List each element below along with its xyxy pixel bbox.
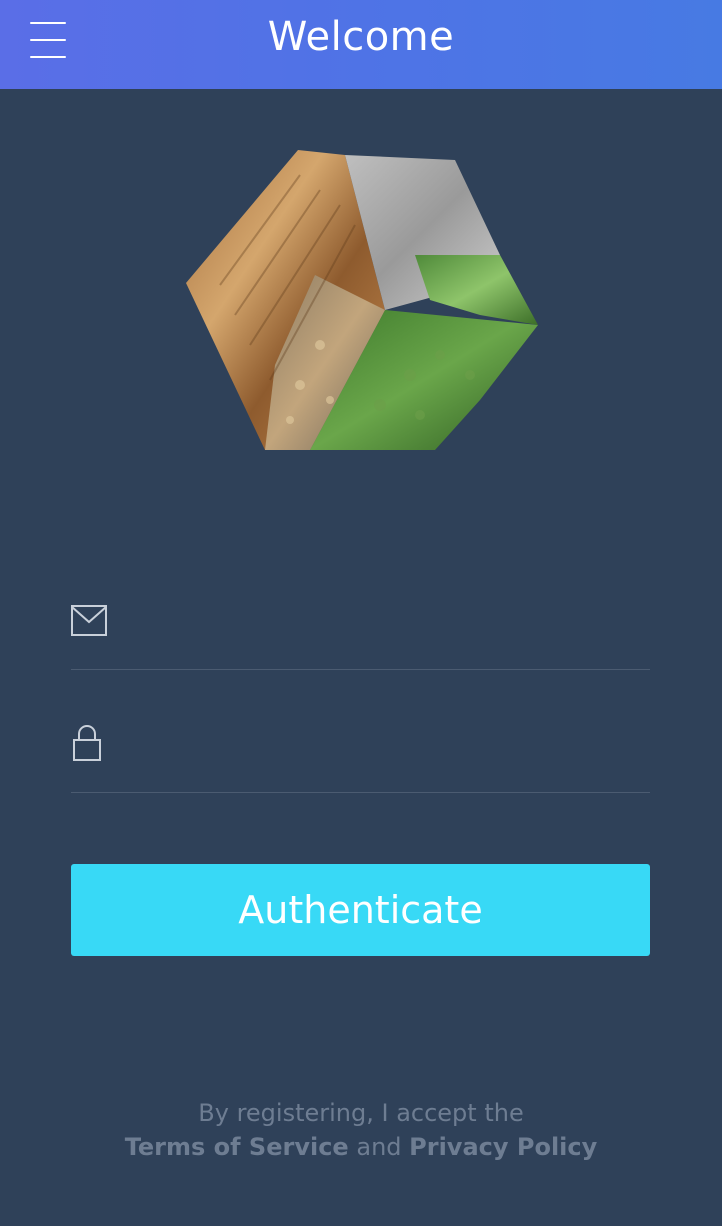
privacy-policy-link[interactable]: Privacy Policy xyxy=(409,1133,597,1161)
authenticate-button[interactable]: Authenticate xyxy=(71,864,650,956)
legal-line-2: Terms of Service and Privacy Policy xyxy=(0,1130,722,1164)
cube-grass-face xyxy=(415,255,538,325)
legal-and-text: and xyxy=(356,1133,402,1161)
lock-icon xyxy=(73,725,101,761)
terms-of-service-link[interactable]: Terms of Service xyxy=(125,1133,349,1161)
password-input[interactable] xyxy=(129,728,650,766)
legal-notice: By registering, I accept the Terms of Se… xyxy=(0,1096,722,1164)
app-header: Welcome xyxy=(0,0,722,89)
email-field-row[interactable] xyxy=(71,598,650,670)
password-field-row[interactable] xyxy=(71,720,650,793)
cube-logo xyxy=(186,150,538,450)
envelope-icon xyxy=(71,605,107,636)
legal-line-1: By registering, I accept the xyxy=(198,1099,524,1127)
email-input[interactable] xyxy=(129,606,650,644)
page-title: Welcome xyxy=(267,14,455,60)
